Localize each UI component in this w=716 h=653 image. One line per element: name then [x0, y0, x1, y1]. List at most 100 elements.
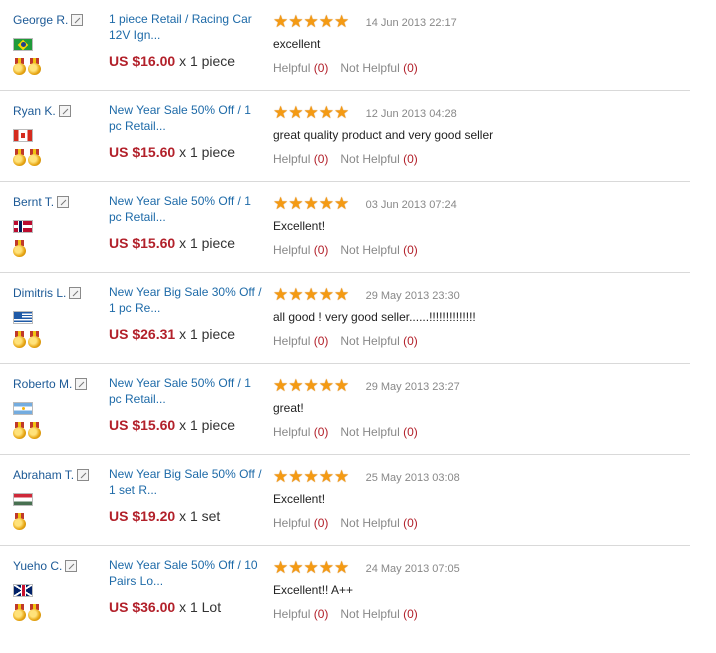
quantity: x 1 piece [179, 53, 236, 69]
star-icon: ★ [288, 558, 304, 577]
review-row: Roberto M. New Year Sale 50% Off / 1 pc … [0, 364, 690, 455]
not-helpful-label: Not Helpful [340, 516, 400, 530]
not-helpful-button[interactable]: Not Helpful (0) [340, 607, 417, 621]
medal-icon [13, 331, 26, 348]
feedback-body: ★★★★★ 25 May 2013 03:08 Excellent! Helpf… [273, 467, 688, 530]
product-link[interactable]: New Year Sale 50% Off / 1 pc Retail... [109, 102, 264, 134]
not-helpful-count: (0) [403, 607, 418, 621]
buyer-info: Roberto M. [13, 377, 103, 439]
not-helpful-label: Not Helpful [340, 425, 400, 439]
product-info: New Year Big Sale 50% Off / 1 set R... U… [109, 466, 264, 524]
product-link[interactable]: New Year Big Sale 50% Off / 1 set R... [109, 466, 264, 498]
edit-icon [69, 287, 82, 299]
not-helpful-button[interactable]: Not Helpful (0) [340, 334, 417, 348]
star-icon: ★ [334, 558, 350, 577]
star-icon: ★ [318, 12, 334, 31]
feedback-list: George R. 1 piece Retail / Racing Car 12… [0, 0, 716, 637]
review-row: Ryan K. New Year Sale 50% Off / 1 pc Ret… [0, 91, 690, 182]
helpful-count: (0) [313, 607, 329, 621]
not-helpful-label: Not Helpful [340, 152, 400, 166]
not-helpful-count: (0) [403, 152, 418, 166]
rating-line: ★★★★★ 03 Jun 2013 07:24 [273, 194, 688, 213]
feedback-body: ★★★★★ 14 Jun 2013 22:17 excellent Helpfu… [273, 12, 688, 75]
price-line: US $15.60 x 1 piece [109, 144, 264, 160]
not-helpful-button[interactable]: Not Helpful (0) [340, 61, 417, 75]
quantity: x 1 piece [179, 326, 236, 342]
medal-icon [13, 240, 26, 257]
buyer-name[interactable]: Abraham T. [13, 468, 74, 482]
not-helpful-label: Not Helpful [340, 243, 400, 257]
helpful-votes: Helpful (0) Not Helpful (0) [273, 61, 688, 75]
helpful-votes: Helpful (0) Not Helpful (0) [273, 425, 688, 439]
not-helpful-count: (0) [403, 243, 418, 257]
product-link[interactable]: New Year Sale 50% Off / 1 pc Retail... [109, 193, 264, 225]
not-helpful-button[interactable]: Not Helpful (0) [340, 152, 417, 166]
buyer-name[interactable]: Ryan K. [13, 104, 56, 118]
helpful-button[interactable]: Helpful (0) [273, 152, 328, 166]
helpful-button[interactable]: Helpful (0) [273, 61, 328, 75]
star-icon: ★ [303, 103, 319, 122]
star-icon: ★ [288, 285, 304, 304]
buyer-medals [13, 240, 103, 257]
rating-line: ★★★★★ 29 May 2013 23:27 [273, 376, 688, 395]
not-helpful-button[interactable]: Not Helpful (0) [340, 243, 417, 257]
helpful-label: Helpful [273, 516, 311, 530]
feedback-date: 29 May 2013 23:30 [365, 290, 460, 302]
not-helpful-button[interactable]: Not Helpful (0) [340, 516, 417, 530]
product-info: New Year Sale 50% Off / 1 pc Retail... U… [109, 193, 264, 251]
feedback-date: 25 May 2013 03:08 [365, 472, 460, 484]
feedback-body: ★★★★★ 29 May 2013 23:27 great! Helpful (… [273, 376, 688, 439]
buyer-info: Dimitris L. [13, 286, 103, 348]
product-info: 1 piece Retail / Racing Car 12V Ign... U… [109, 11, 264, 69]
feedback-date: 24 May 2013 07:05 [365, 563, 460, 575]
buyer-name[interactable]: Roberto M. [13, 377, 72, 391]
star-icon: ★ [288, 376, 304, 395]
helpful-button[interactable]: Helpful (0) [273, 516, 328, 530]
helpful-votes: Helpful (0) Not Helpful (0) [273, 516, 688, 530]
helpful-label: Helpful [273, 243, 311, 257]
product-link[interactable]: New Year Sale 50% Off / 10 Pairs Lo... [109, 557, 264, 589]
helpful-count: (0) [313, 334, 329, 348]
star-icon: ★ [303, 194, 319, 213]
helpful-button[interactable]: Helpful (0) [273, 425, 328, 439]
buyer-name[interactable]: Bernt T. [13, 195, 54, 209]
product-link[interactable]: New Year Sale 50% Off / 1 pc Retail... [109, 375, 264, 407]
star-icon: ★ [273, 467, 289, 486]
star-icon: ★ [318, 376, 334, 395]
medal-icon [28, 422, 41, 439]
rating-line: ★★★★★ 24 May 2013 07:05 [273, 558, 688, 577]
price-line: US $16.00 x 1 piece [109, 53, 264, 69]
helpful-count: (0) [313, 425, 329, 439]
helpful-button[interactable]: Helpful (0) [273, 243, 328, 257]
helpful-button[interactable]: Helpful (0) [273, 607, 328, 621]
country-flag-icon [13, 129, 33, 142]
country-flag-icon [13, 493, 33, 506]
medal-icon [13, 58, 26, 75]
star-icon: ★ [303, 558, 319, 577]
helpful-button[interactable]: Helpful (0) [273, 334, 328, 348]
not-helpful-count: (0) [403, 516, 418, 530]
feedback-comment: great! [273, 401, 304, 415]
buyer-name[interactable]: Dimitris L. [13, 286, 66, 300]
product-link[interactable]: New Year Big Sale 30% Off / 1 pc Re... [109, 284, 264, 316]
product-link[interactable]: 1 piece Retail / Racing Car 12V Ign... [109, 11, 264, 43]
star-icon: ★ [334, 103, 350, 122]
star-icon: ★ [318, 194, 334, 213]
buyer-name[interactable]: Yueho C. [13, 559, 62, 573]
star-rating: ★★★★★ [273, 558, 350, 577]
star-icon: ★ [303, 285, 319, 304]
not-helpful-button[interactable]: Not Helpful (0) [340, 425, 417, 439]
price-line: US $36.00 x 1 Lot [109, 599, 264, 615]
rating-line: ★★★★★ 12 Jun 2013 04:28 [273, 103, 688, 122]
buyer-name[interactable]: George R. [13, 13, 68, 27]
feedback-comment: Excellent! [273, 219, 326, 233]
medal-icon [13, 149, 26, 166]
star-icon: ★ [288, 194, 304, 213]
feedback-body: ★★★★★ 24 May 2013 07:05 Excellent!! A++ … [273, 558, 688, 621]
price-line: US $26.31 x 1 piece [109, 326, 264, 342]
helpful-count: (0) [313, 243, 329, 257]
buyer-info: Ryan K. [13, 104, 103, 166]
quantity: x 1 Lot [179, 599, 222, 615]
buyer-info: Bernt T. [13, 195, 103, 257]
price: US $16.00 [109, 53, 176, 69]
